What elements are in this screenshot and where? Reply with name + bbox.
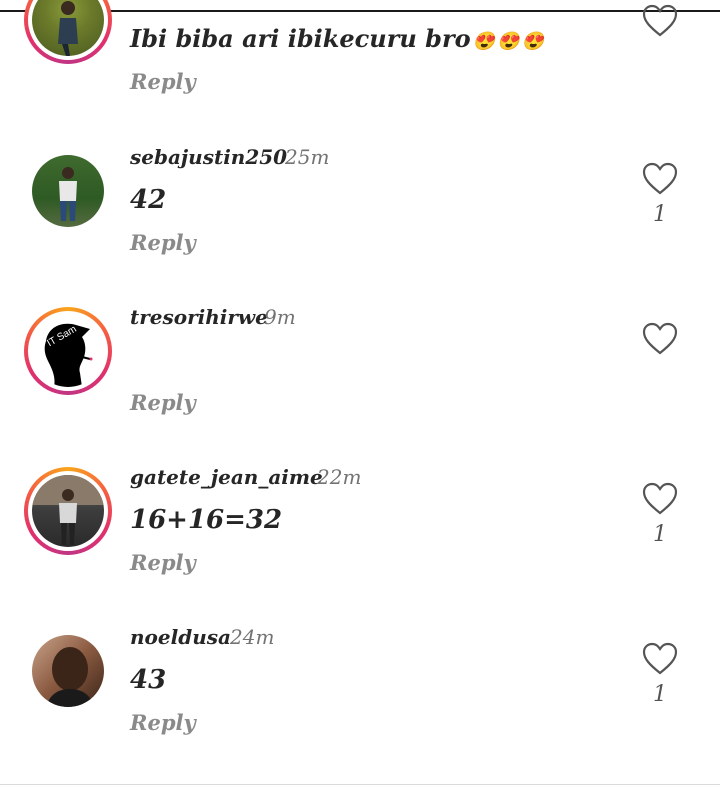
comment-text: 43 <box>130 665 167 695</box>
avatar <box>32 155 104 227</box>
heart-eyes-emoji: 😍 <box>472 31 496 52</box>
comment-timestamp: 25m <box>285 145 330 169</box>
comment-item: gatete_jean_aime 22m 16+16=32 Reply 1 <box>0 460 720 620</box>
comment-item: sebajustin250 25m 42 Reply 1 <box>0 140 720 300</box>
avatar-photo-icon <box>46 647 94 707</box>
heart-eyes-emoji: 😍 <box>497 31 520 52</box>
like-heart-icon[interactable] <box>642 162 678 196</box>
comment-username[interactable]: gatete_jean_aime <box>130 465 323 489</box>
avatar-story-ring[interactable] <box>24 467 112 555</box>
heart-eyes-emoji: 😍 <box>521 31 544 52</box>
like-count: 1 <box>653 522 667 547</box>
reply-button[interactable]: Reply <box>130 550 196 575</box>
comment-username[interactable]: noeldusa <box>130 625 231 649</box>
emoji-reaction-bar <box>0 785 720 811</box>
like-count: 1 <box>653 202 667 227</box>
comment-text: 16+16=32 <box>130 505 283 535</box>
comment-item: Ibi biba ari ibikecuru bro 😍 😍 😍 Reply <box>0 0 720 114</box>
comment-username[interactable]: sebajustin250 <box>130 145 287 169</box>
comment-item: noeldusa 24m 43 Reply 1 <box>0 620 720 780</box>
comment-username[interactable]: tresorihirwe <box>130 305 268 329</box>
avatar-story-ring[interactable] <box>24 0 112 64</box>
comment-timestamp: 22m <box>317 465 362 489</box>
reply-button[interactable]: Reply <box>130 390 196 415</box>
like-count: 1 <box>653 682 667 707</box>
avatar <box>32 475 104 547</box>
reply-button[interactable]: Reply <box>130 230 196 255</box>
like-heart-icon[interactable] <box>642 322 678 356</box>
like-heart-icon[interactable] <box>642 482 678 516</box>
avatar <box>32 635 104 707</box>
avatar-story-ring[interactable]: IT Sam <box>24 307 112 395</box>
comment-item: IT Sam tresorihirwe 9m Reply <box>0 300 720 460</box>
comment-text: Ibi biba ari ibikecuru bro 😍 😍 😍 <box>130 24 544 53</box>
comment-text: 42 <box>130 185 167 215</box>
reply-button[interactable]: Reply <box>130 710 196 735</box>
avatar-wrap[interactable] <box>24 627 112 715</box>
avatar-photo-icon <box>32 475 104 545</box>
avatar-wrap[interactable] <box>24 147 112 235</box>
comment-timestamp: 9m <box>264 305 296 329</box>
like-heart-icon[interactable] <box>642 642 678 676</box>
reply-button[interactable]: Reply <box>130 69 196 94</box>
like-heart-icon[interactable] <box>642 4 678 38</box>
comment-timestamp: 24m <box>230 625 275 649</box>
avatar-photo-icon <box>59 167 77 221</box>
